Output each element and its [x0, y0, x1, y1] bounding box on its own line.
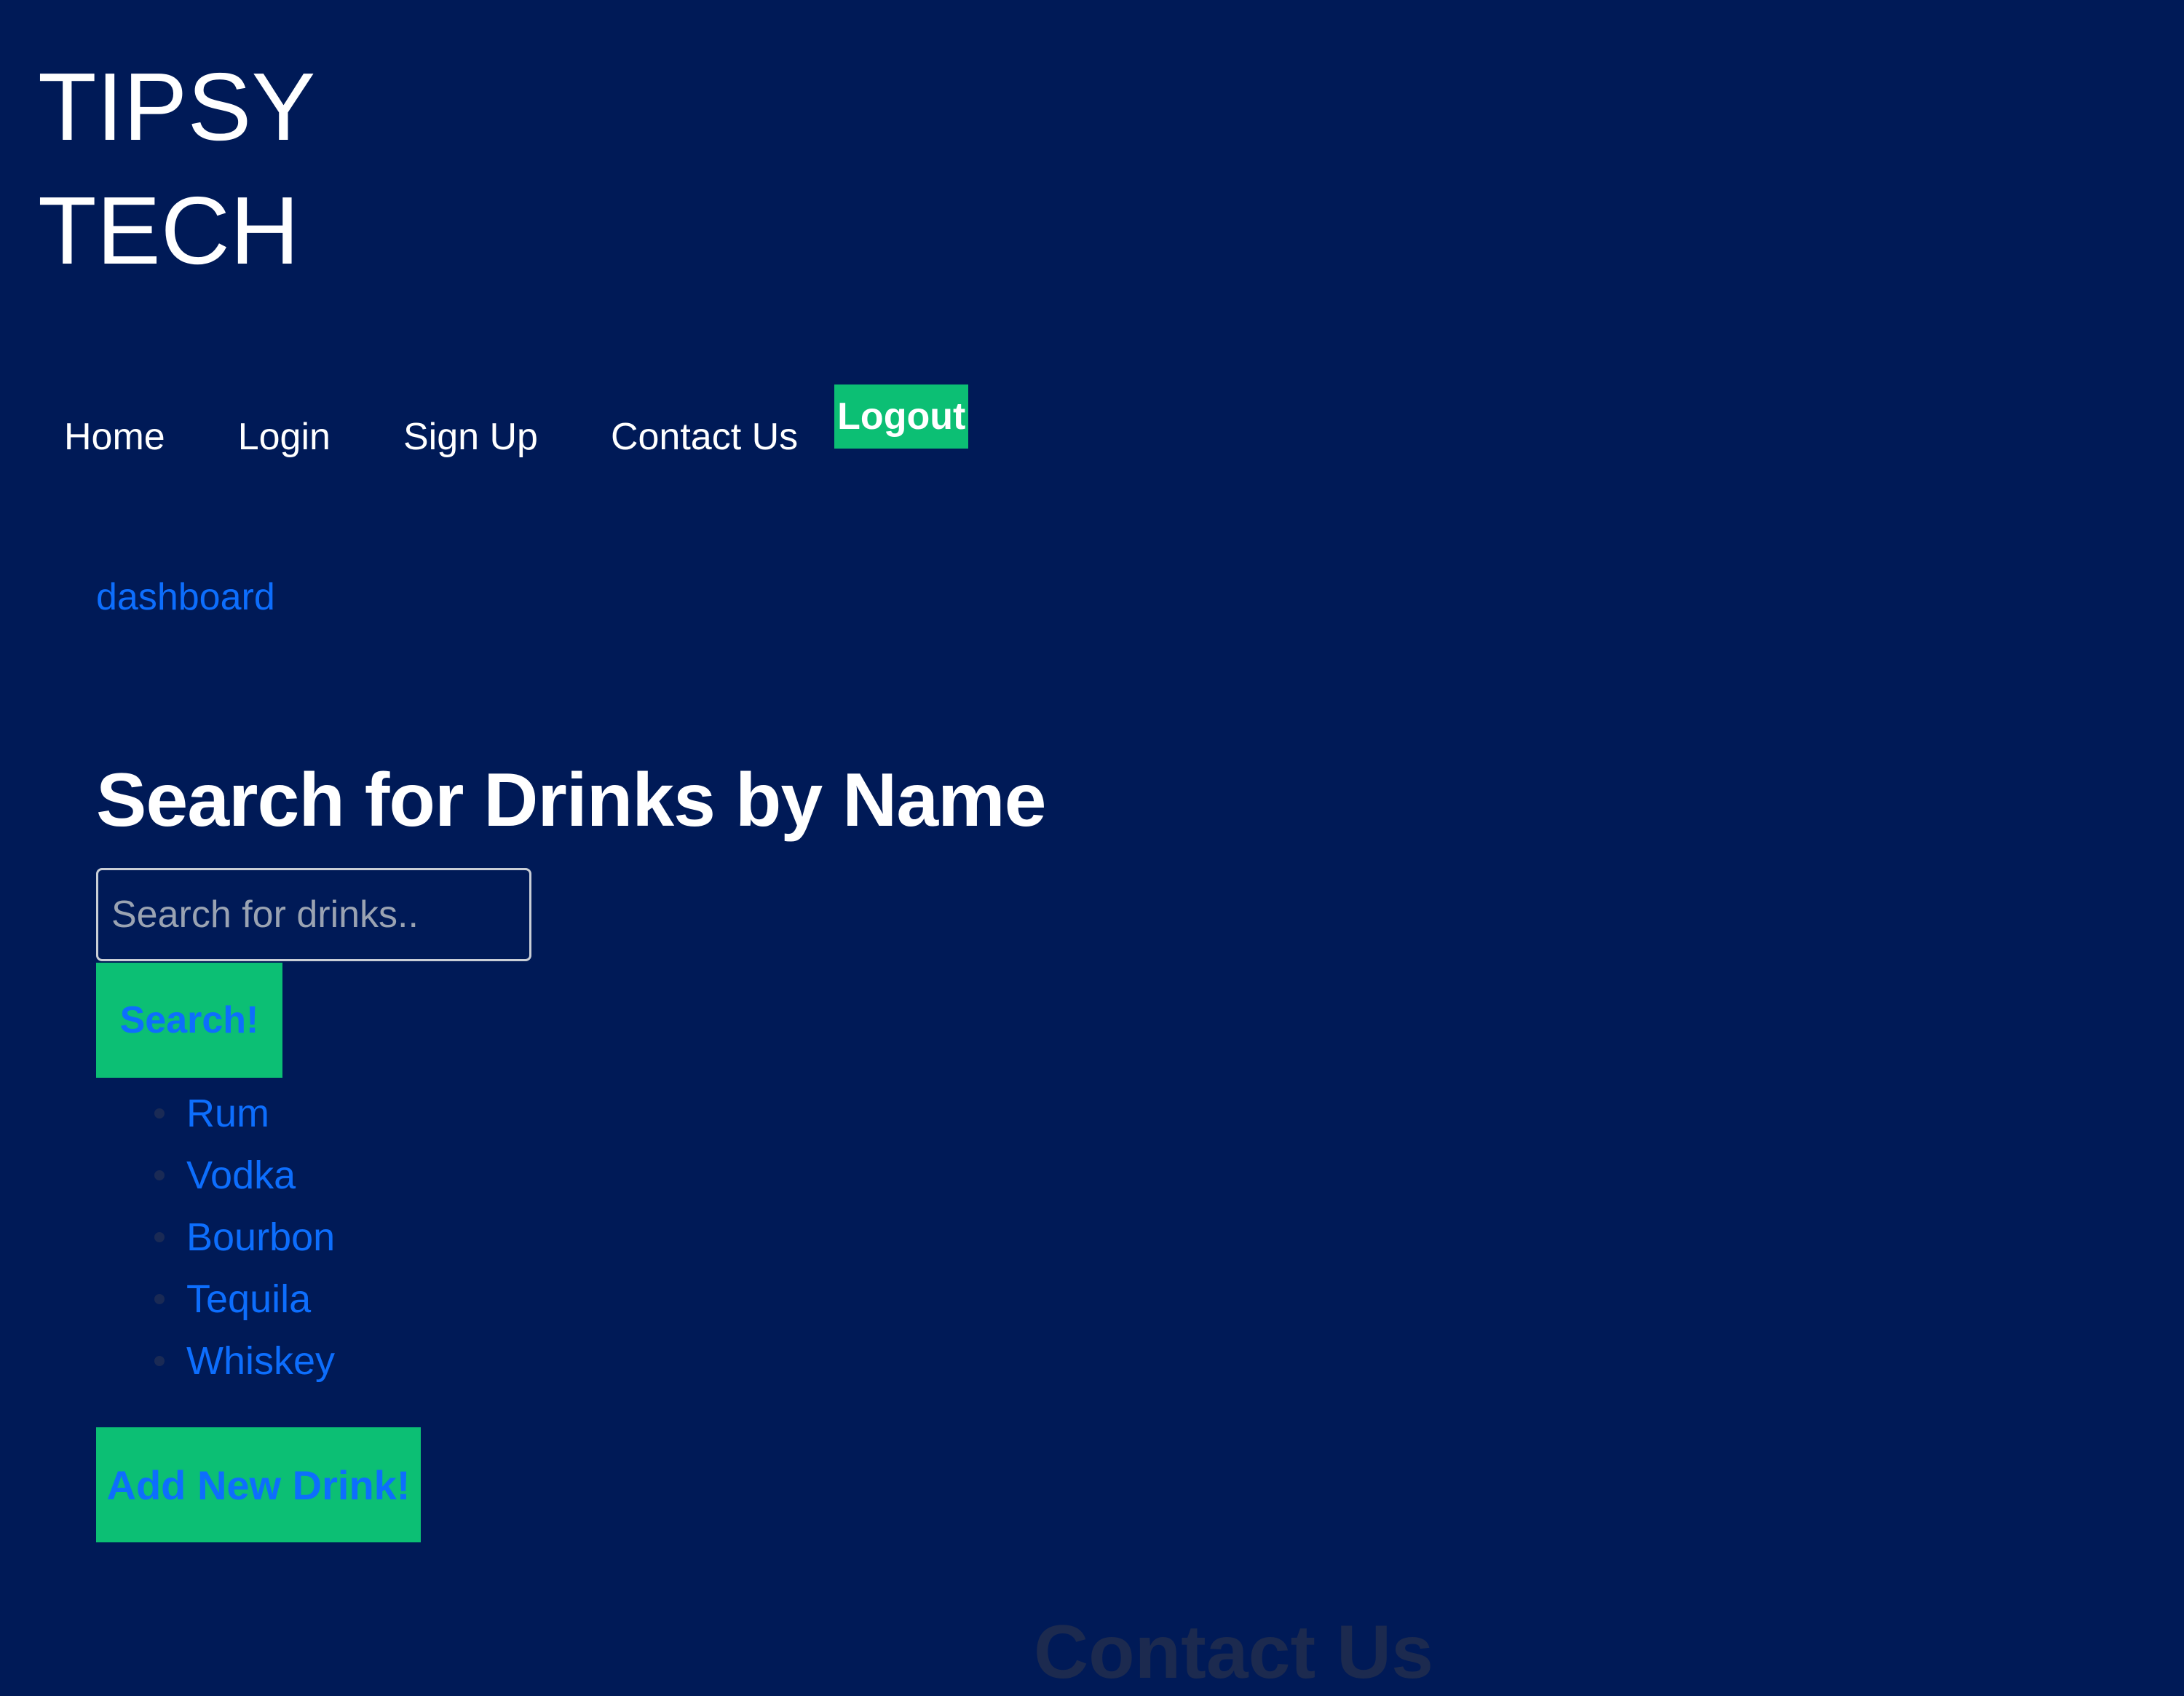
list-item: Bourbon: [154, 1206, 335, 1268]
bullet-icon: [154, 1231, 165, 1242]
bullet-icon: [154, 1108, 165, 1119]
bullet-icon: [154, 1355, 165, 1366]
list-item: Rum: [154, 1082, 335, 1144]
nav-contact-link[interactable]: Contact Us: [611, 415, 798, 459]
nav-login-link[interactable]: Login: [238, 415, 331, 459]
search-input[interactable]: [96, 868, 531, 961]
drink-list: Rum Vodka Bourbon Tequila Whiskey: [154, 1082, 335, 1392]
list-item: Vodka: [154, 1144, 335, 1206]
main-nav: Home Login Sign Up Contact Us Logout: [64, 384, 969, 465]
site-logo: TIPSY TECH: [38, 45, 315, 293]
dashboard-link[interactable]: dashboard: [96, 575, 275, 619]
drink-link-whiskey[interactable]: Whiskey: [186, 1338, 335, 1384]
logout-button[interactable]: Logout: [834, 384, 969, 449]
drink-link-rum[interactable]: Rum: [186, 1091, 269, 1136]
contact-section-heading: Contact Us: [1034, 1610, 1433, 1695]
search-button[interactable]: Search!: [96, 963, 282, 1078]
brand-line-2: TECH: [38, 177, 300, 284]
nav-signup-link[interactable]: Sign Up: [403, 415, 538, 459]
drink-link-tequila[interactable]: Tequila: [186, 1277, 311, 1322]
bullet-icon: [154, 1293, 165, 1304]
nav-home-link[interactable]: Home: [64, 415, 165, 459]
add-new-drink-button[interactable]: Add New Drink!: [96, 1427, 421, 1542]
search-heading: Search for Drinks by Name: [96, 758, 1046, 843]
list-item: Whiskey: [154, 1330, 335, 1392]
bullet-icon: [154, 1170, 165, 1180]
drink-link-bourbon[interactable]: Bourbon: [186, 1215, 335, 1260]
brand-line-1: TIPSY: [38, 53, 316, 160]
list-item: Tequila: [154, 1268, 335, 1330]
drink-link-vodka[interactable]: Vodka: [186, 1153, 296, 1198]
